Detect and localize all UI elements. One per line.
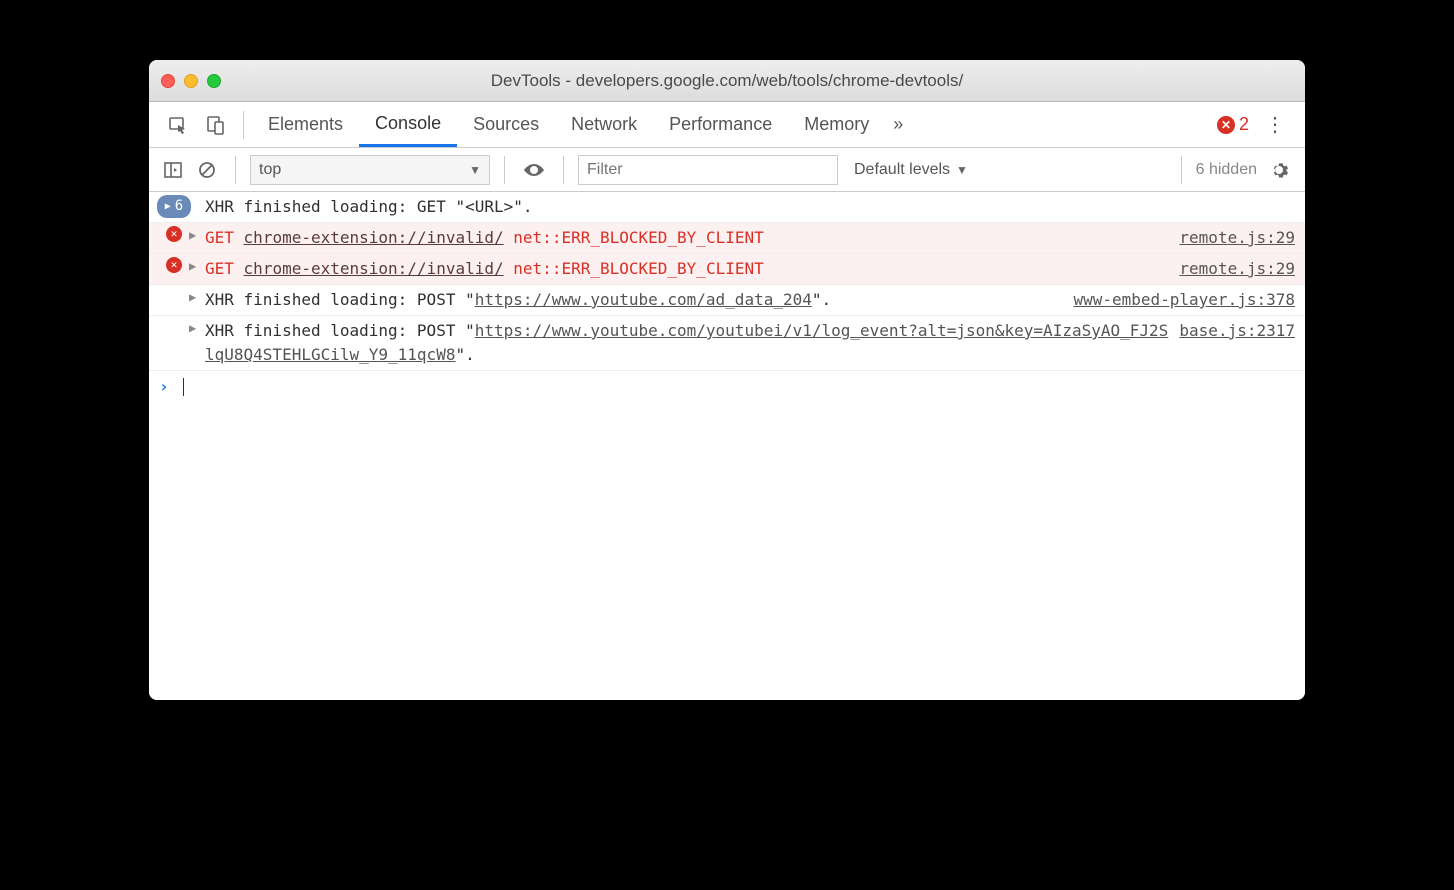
filter-input[interactable] [578,155,838,185]
close-window-button[interactable] [161,74,175,88]
cursor [183,378,184,396]
settings-menu-button[interactable]: ⋮ [1255,112,1295,137]
toggle-sidebar-icon[interactable] [159,156,187,184]
tab-console[interactable]: Console [359,102,457,147]
expand-icon[interactable]: ▶ [189,288,205,306]
log-error-row[interactable]: ✕ ▶ GET chrome-extension://invalid/ net:… [149,223,1305,254]
source-link[interactable]: remote.js:29 [1169,257,1295,281]
console-log-area: 6 XHR finished loading: GET "<URL>". ✕ ▶… [149,192,1305,700]
source-link[interactable]: base.js:2317 [1169,319,1295,343]
window-controls [161,74,221,88]
tab-sources[interactable]: Sources [457,102,555,147]
window-title: DevTools - developers.google.com/web/too… [149,71,1305,91]
log-prefix: XHR finished loading: POST " [205,290,475,309]
log-error-row[interactable]: ✕ ▶ GET chrome-extension://invalid/ net:… [149,254,1305,285]
tab-elements[interactable]: Elements [252,102,359,147]
zoom-window-button[interactable] [207,74,221,88]
tab-memory[interactable]: Memory [788,102,885,147]
expand-icon[interactable]: ▶ [189,226,205,244]
hidden-count[interactable]: 6 hidden [1196,161,1257,179]
error-summary-button[interactable]: ✕ 2 [1211,114,1255,135]
device-toolbar-icon[interactable] [205,114,227,136]
dropdown-icon: ▼ [469,163,481,177]
http-method: GET [205,259,234,278]
console-toolbar: top ▼ Default levels ▼ 6 hidden [149,148,1305,192]
error-icon: ✕ [166,257,182,273]
tabs-overflow-button[interactable]: » [885,102,911,147]
divider [235,156,236,184]
error-icon: ✕ [1217,116,1235,134]
request-url[interactable]: chrome-extension://invalid/ [244,259,504,278]
http-method: GET [205,228,234,247]
divider [504,156,505,184]
error-message: net::ERR_BLOCKED_BY_CLIENT [513,259,763,278]
error-count: 2 [1239,114,1249,135]
levels-label: Default levels [854,161,950,179]
titlebar: DevTools - developers.google.com/web/too… [149,60,1305,102]
log-row[interactable]: ▶ XHR finished loading: POST "https://ww… [149,316,1305,371]
tab-network[interactable]: Network [555,102,653,147]
source-link[interactable]: www-embed-player.js:378 [1063,288,1295,312]
expand-icon[interactable]: ▶ [189,319,205,337]
clear-console-icon[interactable] [193,156,221,184]
inspect-element-icon[interactable] [167,114,189,136]
log-row[interactable]: ▶ XHR finished loading: POST "https://ww… [149,285,1305,316]
source-link[interactable]: remote.js:29 [1169,226,1295,250]
log-message: XHR finished loading: GET "<URL>". [205,195,1295,219]
divider [243,111,244,139]
log-levels-selector[interactable]: Default levels ▼ [844,161,978,179]
log-suffix: ". [455,345,474,364]
request-url[interactable]: https://www.youtube.com/ad_data_204 [475,290,812,309]
console-prompt[interactable]: › [149,371,1305,402]
expand-icon[interactable]: ▶ [189,257,205,275]
live-expression-icon[interactable] [519,162,549,178]
group-count-badge: 6 [157,195,191,218]
divider [1181,156,1182,184]
tab-performance[interactable]: Performance [653,102,788,147]
log-prefix: XHR finished loading: POST " [205,321,475,340]
dropdown-icon: ▼ [956,163,968,177]
prompt-chevron-icon: › [159,377,179,396]
tab-bar: Elements Console Sources Network Perform… [149,102,1305,148]
log-group-row[interactable]: 6 XHR finished loading: GET "<URL>". [149,192,1305,223]
divider [563,156,564,184]
devtools-window: DevTools - developers.google.com/web/too… [149,60,1305,700]
context-value: top [259,161,281,179]
error-icon: ✕ [166,226,182,242]
error-message: net::ERR_BLOCKED_BY_CLIENT [513,228,763,247]
minimize-window-button[interactable] [184,74,198,88]
context-selector[interactable]: top ▼ [250,155,490,185]
console-settings-icon[interactable] [1263,160,1295,180]
request-url[interactable]: chrome-extension://invalid/ [244,228,504,247]
log-suffix: ". [812,290,831,309]
